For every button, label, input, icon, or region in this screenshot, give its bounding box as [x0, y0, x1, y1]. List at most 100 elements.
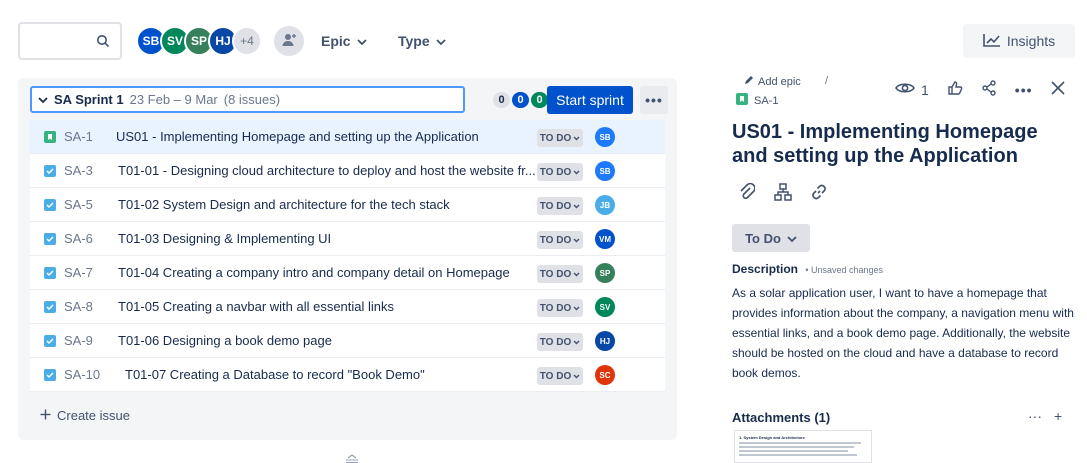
- task-icon: [44, 335, 56, 347]
- description-label: Description: [732, 262, 799, 276]
- resize-handle-icon[interactable]: [345, 451, 359, 463]
- issue-summary[interactable]: T01-02 System Design and architecture fo…: [118, 197, 542, 212]
- attachments-heading: Attachments (1): [732, 410, 831, 425]
- add-people-button[interactable]: [274, 26, 304, 56]
- chevron-down-icon: [573, 303, 580, 314]
- sprint-issue-count: (8 issues): [223, 92, 281, 107]
- pencil-icon: [744, 75, 754, 88]
- status-dropdown[interactable]: TO DO: [537, 265, 583, 283]
- issue-summary[interactable]: US01 - Implementing Homepage and setting…: [116, 129, 542, 144]
- epic-filter-label: Epic: [321, 33, 351, 49]
- create-issue-button[interactable]: Create issue: [40, 408, 130, 423]
- issue-key[interactable]: SA-10: [64, 367, 100, 382]
- assignee-avatar[interactable]: VM: [595, 229, 615, 249]
- add-attachment-icon[interactable]: +: [1054, 408, 1062, 424]
- issue-key[interactable]: SA-8: [64, 299, 93, 314]
- status-label: TO DO: [539, 132, 572, 144]
- attachment-actions: ··· +: [1028, 408, 1062, 424]
- issue-row[interactable]: SA-1 US01 - Implementing Homepage and set…: [30, 120, 665, 154]
- unsaved-changes-label: • Unsaved changes: [805, 265, 884, 275]
- issue-row[interactable]: SA-6 T01-03 Designing & Implementing UI TO…: [30, 222, 665, 256]
- status-dropdown[interactable]: TO DO: [537, 163, 583, 181]
- description-body[interactable]: As a solar application user, I want to h…: [732, 283, 1077, 383]
- chevron-down-icon: [573, 337, 580, 348]
- thumbs-up-icon[interactable]: [947, 80, 963, 99]
- task-icon: [44, 369, 56, 381]
- assignee-avatar[interactable]: SP: [595, 263, 615, 283]
- issue-row[interactable]: SA-10 T01-07 Creating a Database to recor…: [30, 358, 665, 392]
- chevron-down-icon: [573, 201, 580, 212]
- sprint-header: SA Sprint 1 23 Feb – 9 Mar (8 issues) 0 …: [30, 86, 668, 116]
- chevron-down-icon: [573, 269, 580, 280]
- more-avatars-button[interactable]: +4: [232, 26, 262, 56]
- issue-tools: [734, 180, 832, 204]
- link-icon[interactable]: [806, 180, 832, 204]
- todo-count-badge: 0: [493, 92, 510, 108]
- issue-key[interactable]: SA-7: [64, 265, 93, 280]
- task-icon: [44, 199, 56, 211]
- breadcrumb-issue-key[interactable]: SA-1: [736, 93, 778, 108]
- assignee-avatar[interactable]: SV: [595, 297, 615, 317]
- status-label: TO DO: [539, 268, 572, 280]
- assignee-avatar[interactable]: SC: [595, 365, 615, 385]
- issue-row[interactable]: SA-7 T01-04 Creating a company intro and …: [30, 256, 665, 290]
- epic-filter-button[interactable]: Epic: [321, 28, 367, 54]
- assignee-avatar[interactable]: SB: [595, 161, 615, 181]
- issue-summary[interactable]: T01-05 Creating a navbar with all essent…: [118, 299, 542, 314]
- chevron-down-icon: [38, 92, 48, 107]
- status-dropdown[interactable]: TO DO: [537, 333, 583, 351]
- status-dropdown[interactable]: TO DO: [537, 231, 583, 249]
- chevron-down-icon: [573, 167, 580, 178]
- watch-button[interactable]: 1: [895, 81, 929, 98]
- issue-key[interactable]: SA-6: [64, 231, 93, 246]
- status-label: TO DO: [539, 302, 572, 314]
- issue-summary[interactable]: T01-07 Creating a Database to record "Bo…: [125, 367, 542, 382]
- status-dropdown[interactable]: To Do: [732, 224, 810, 252]
- share-icon[interactable]: [981, 80, 997, 99]
- add-epic-button[interactable]: Add epic: [744, 75, 801, 88]
- sprint-status-counts: 0 0 0: [493, 92, 548, 108]
- status-dropdown[interactable]: TO DO: [537, 367, 583, 385]
- issue-title[interactable]: US01 - Implementing Homepage and setting…: [732, 120, 1077, 168]
- issue-row[interactable]: SA-5 T01-02 System Design and architectur…: [30, 188, 665, 222]
- issue-key[interactable]: SA-1: [64, 129, 93, 144]
- issue-key[interactable]: SA-9: [64, 333, 93, 348]
- chevron-down-icon: [573, 235, 580, 246]
- sprint-more-button[interactable]: •••: [640, 86, 668, 114]
- type-filter-button[interactable]: Type: [398, 28, 446, 54]
- child-issues-icon[interactable]: [770, 180, 796, 204]
- issue-row[interactable]: SA-9 T01-06 Designing a book demo page TO …: [30, 324, 665, 358]
- plus-icon: [40, 408, 51, 423]
- sprint-toggle[interactable]: SA Sprint 1 23 Feb – 9 Mar (8 issues): [30, 86, 465, 113]
- issue-summary[interactable]: T01-06 Designing a book demo page: [118, 333, 542, 348]
- chevron-down-icon: [356, 33, 367, 49]
- attachment-icon[interactable]: [734, 180, 760, 204]
- attachment-thumbnail[interactable]: 1. System Design and Architecture: [734, 430, 872, 463]
- more-icon[interactable]: •••: [1015, 82, 1033, 98]
- status-dropdown[interactable]: TO DO: [537, 299, 583, 317]
- search-input[interactable]: [18, 22, 122, 60]
- status-label: TO DO: [539, 166, 572, 178]
- issue-key[interactable]: SA-3: [64, 163, 93, 178]
- status-dropdown[interactable]: TO DO: [537, 197, 583, 215]
- sprint-container: SA Sprint 1 23 Feb – 9 Mar (8 issues) 0 …: [18, 78, 677, 440]
- close-icon[interactable]: [1050, 81, 1065, 98]
- story-icon: [736, 93, 748, 108]
- issue-detail-panel: Add epic / SA-1 1 ••• US01 - Implementin…: [732, 0, 1082, 463]
- issue-row[interactable]: SA-3 T01-01 - Designing cloud architectur…: [30, 154, 665, 188]
- sprint-name: SA Sprint 1: [54, 92, 124, 107]
- status-dropdown[interactable]: TO DO: [537, 129, 583, 147]
- issue-row[interactable]: SA-8 T01-05 Creating a navbar with all es…: [30, 290, 665, 324]
- assignee-avatar[interactable]: SB: [595, 127, 615, 147]
- issue-summary[interactable]: T01-01 - Designing cloud architecture to…: [118, 163, 542, 178]
- issue-summary[interactable]: T01-04 Creating a company intro and comp…: [118, 265, 542, 280]
- status-label: TO DO: [539, 370, 572, 382]
- issue-key[interactable]: SA-5: [64, 197, 93, 212]
- chevron-down-icon: [573, 371, 580, 382]
- assignee-avatar[interactable]: JB: [595, 195, 615, 215]
- avatar-group: SB SV SP HJ +4: [136, 26, 262, 56]
- issue-summary[interactable]: T01-03 Designing & Implementing UI: [118, 231, 542, 246]
- start-sprint-button[interactable]: Start sprint: [547, 86, 633, 114]
- assignee-avatar[interactable]: HJ: [595, 331, 615, 351]
- more-icon[interactable]: ···: [1028, 408, 1042, 424]
